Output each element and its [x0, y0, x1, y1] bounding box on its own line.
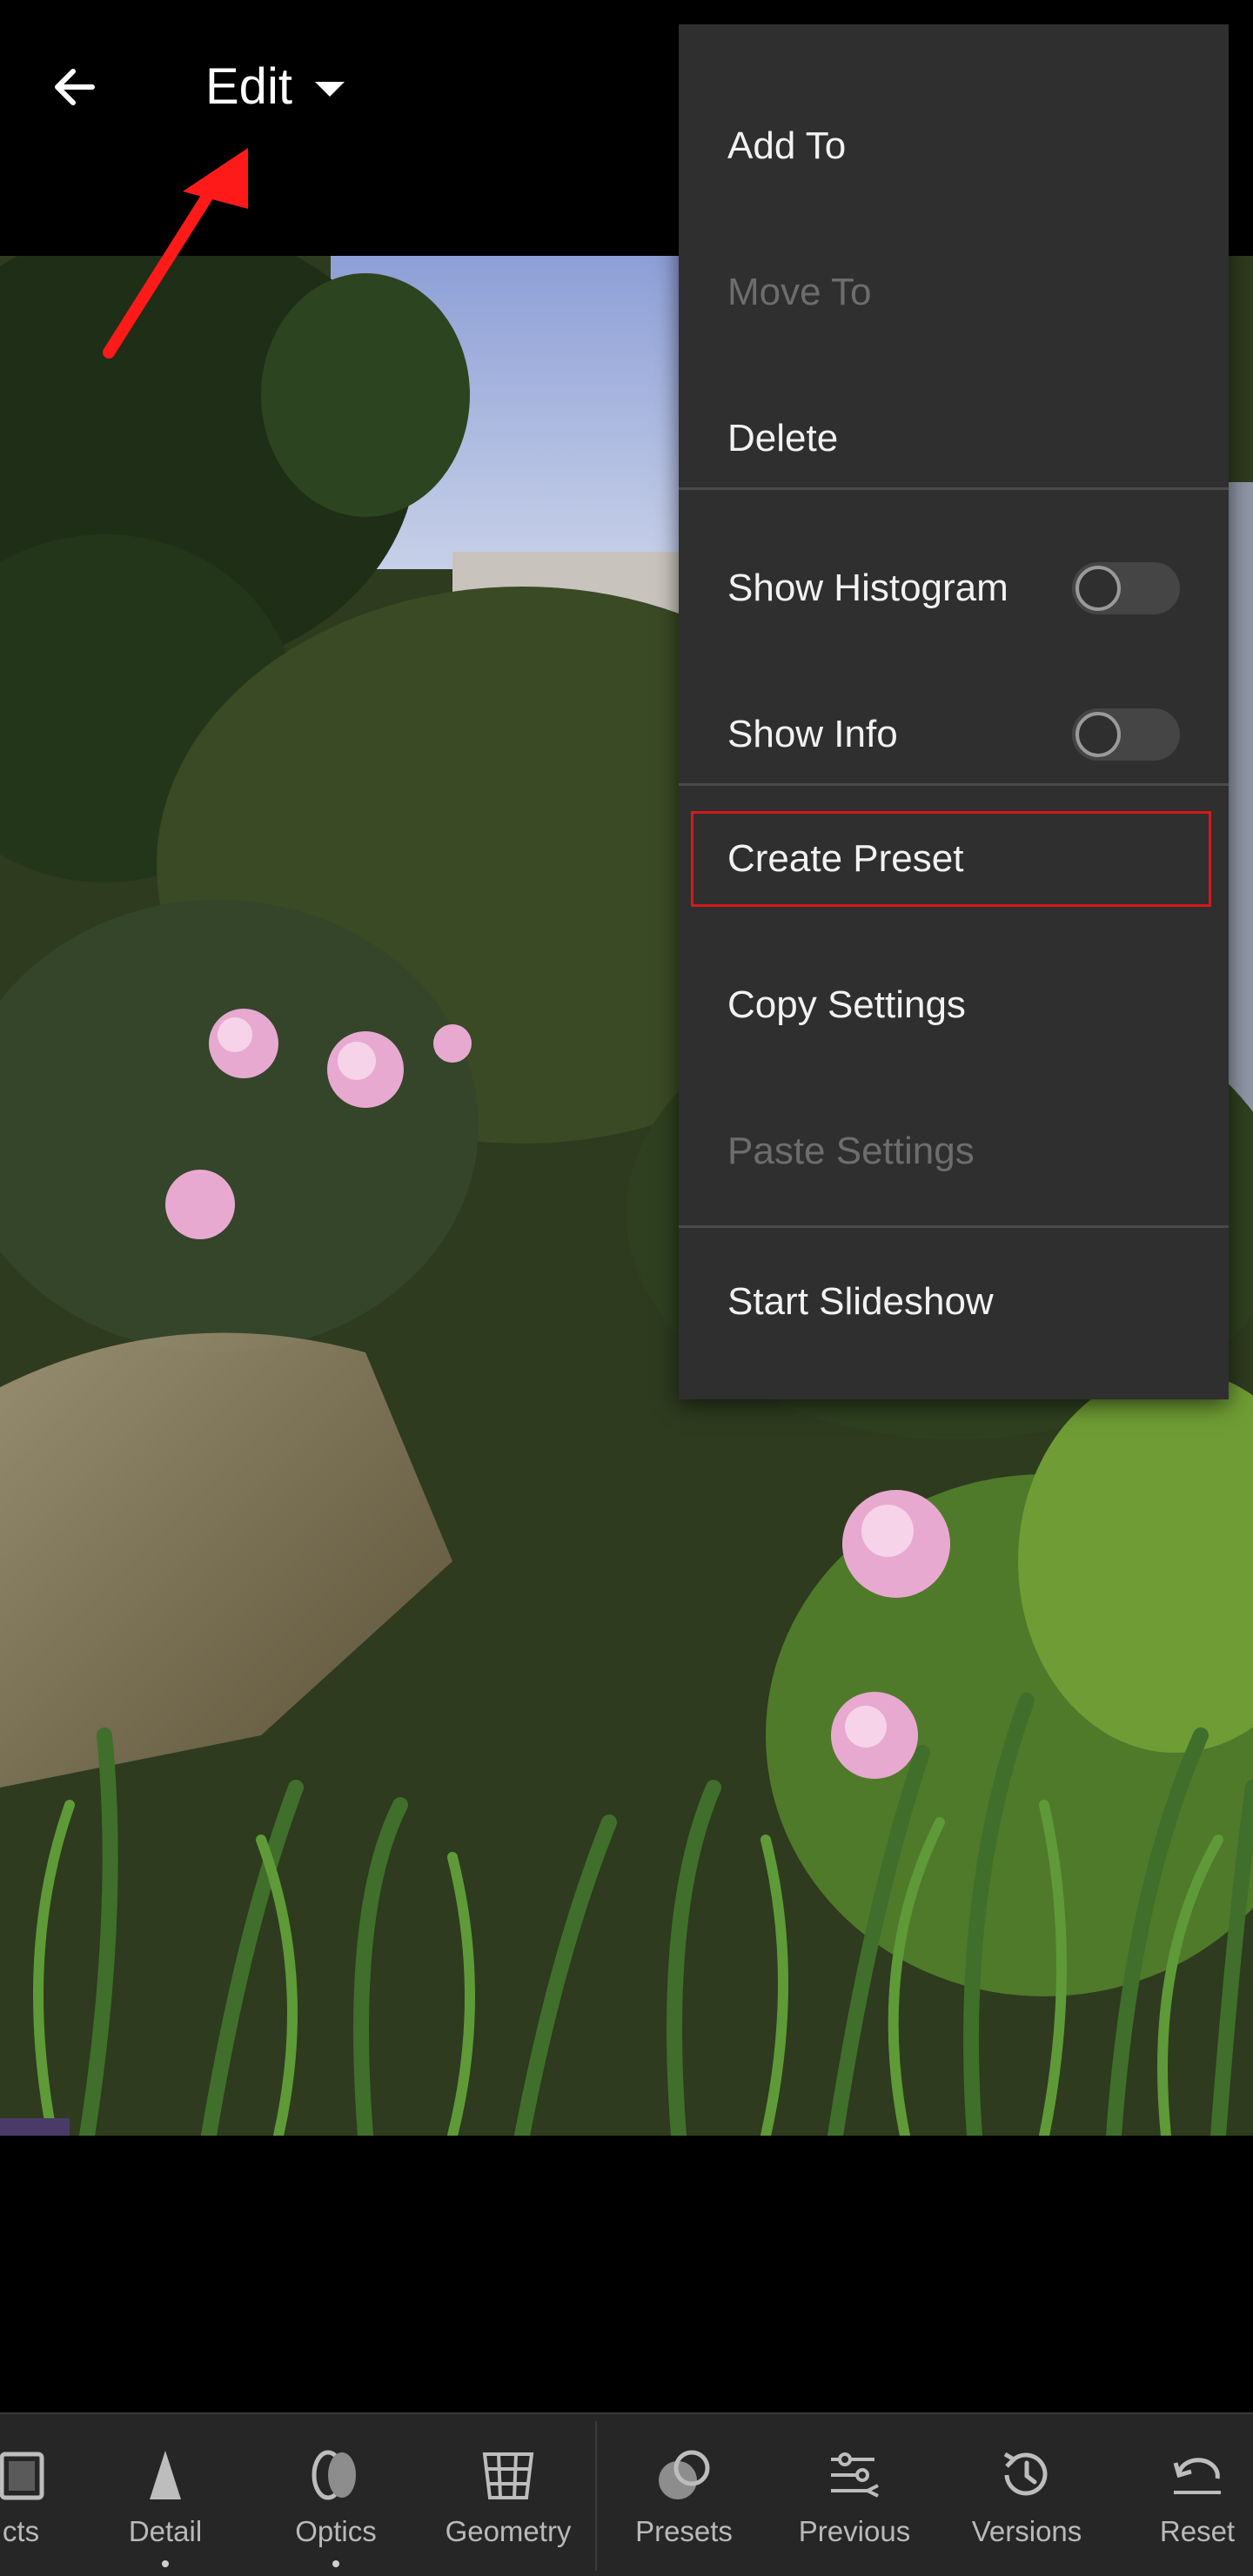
show-info-toggle[interactable] — [1072, 708, 1180, 761]
toggle-knob — [1075, 712, 1121, 757]
reset-icon — [1163, 2444, 1232, 2506]
tool-label: Geometry — [445, 2515, 572, 2547]
tool-versions[interactable]: Versions — [966, 2414, 1088, 2576]
tool-label: Presets — [635, 2515, 733, 2547]
menu-item-label: Move To — [727, 271, 872, 313]
menu-divider — [679, 487, 1229, 490]
menu-item-label: Add To — [727, 124, 847, 167]
menu-item-label: Show Histogram — [727, 567, 1008, 609]
effects-icon — [0, 2444, 56, 2506]
toggle-knob — [1075, 566, 1121, 611]
tool-presets[interactable]: Presets — [632, 2414, 736, 2576]
menu-item-start-slideshow[interactable]: Start Slideshow — [679, 1229, 1229, 1375]
menu-item-show-histogram[interactable]: Show Histogram — [679, 515, 1229, 661]
mode-dropdown[interactable]: Edit — [205, 47, 345, 125]
menu-item-label: Create Preset — [727, 837, 964, 880]
optics-icon — [301, 2444, 371, 2506]
tool-effects[interactable]: cts — [0, 2414, 64, 2576]
previous-icon — [820, 2444, 889, 2506]
menu-item-copy-settings[interactable]: Copy Settings — [679, 932, 1229, 1078]
tool-label: cts — [2, 2515, 40, 2547]
tool-label: Previous — [798, 2515, 911, 2547]
menu-item-label: Paste Settings — [727, 1130, 975, 1172]
versions-icon — [992, 2444, 1062, 2506]
caret-down-icon — [314, 81, 345, 97]
adjusted-dot — [332, 2560, 339, 2567]
detail-icon — [131, 2444, 200, 2506]
tool-label: Reset — [1159, 2515, 1236, 2547]
menu-item-paste-settings: Paste Settings — [679, 1078, 1229, 1224]
edit-overflow-menu: Add To Move To Delete Show Histogram Sho… — [679, 24, 1229, 1399]
menu-item-label: Copy Settings — [727, 983, 966, 1026]
edit-toolbar: cts Detail Optics Geometry Presets Previ… — [0, 2412, 1253, 2576]
tool-geometry[interactable]: Geometry — [439, 2414, 578, 2576]
tool-label: Detail — [128, 2515, 203, 2547]
menu-item-add-to[interactable]: Add To — [679, 73, 1229, 219]
menu-item-label: Show Info — [727, 713, 898, 755]
menu-item-label: Start Slideshow — [727, 1280, 994, 1323]
adjusted-dot — [162, 2560, 169, 2567]
tool-label: Versions — [971, 2515, 1082, 2547]
toolbar-separator — [595, 2421, 597, 2571]
menu-item-create-preset[interactable]: Create Preset — [679, 786, 1229, 932]
annotation-arrow — [103, 148, 248, 359]
mode-label: Edit — [205, 57, 292, 115]
menu-divider — [679, 1225, 1229, 1228]
tool-detail[interactable]: Detail — [113, 2414, 218, 2576]
tool-previous[interactable]: Previous — [794, 2414, 915, 2576]
tool-optics[interactable]: Optics — [284, 2414, 388, 2576]
back-button[interactable] — [38, 50, 111, 124]
tool-reset[interactable]: Reset — [1145, 2414, 1250, 2576]
tool-label: Optics — [295, 2515, 377, 2547]
menu-item-move-to: Move To — [679, 219, 1229, 366]
presets-icon — [649, 2444, 719, 2506]
show-histogram-toggle[interactable] — [1072, 562, 1180, 614]
menu-item-label: Delete — [727, 417, 839, 460]
arrow-left-icon — [55, 69, 95, 105]
geometry-icon — [473, 2444, 543, 2506]
